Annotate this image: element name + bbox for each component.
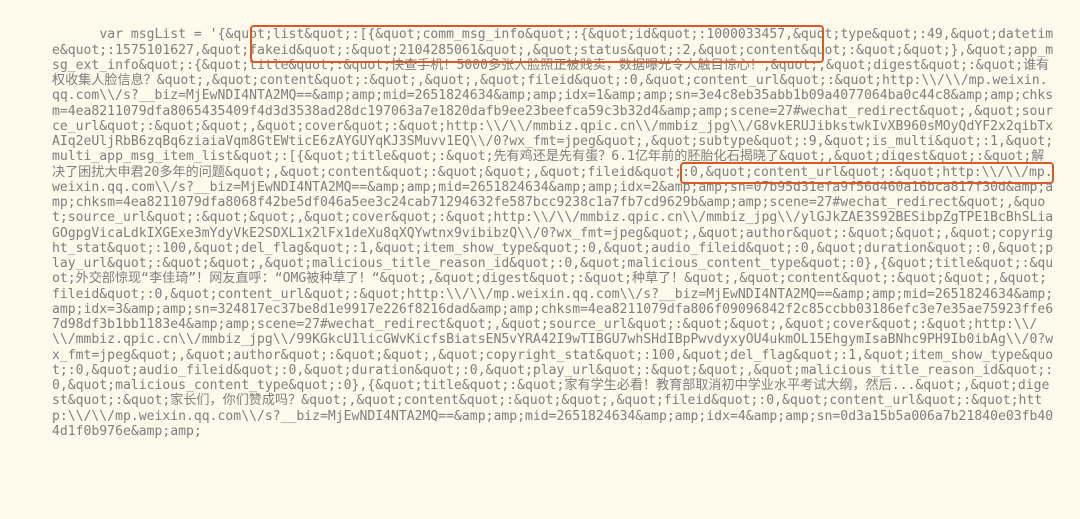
code-text: var msgList = '{&quot;list&quot;:[{&quot… <box>52 27 1053 439</box>
code-viewer: var msgList = '{&quot;list&quot;:[{&quot… <box>0 0 1080 519</box>
